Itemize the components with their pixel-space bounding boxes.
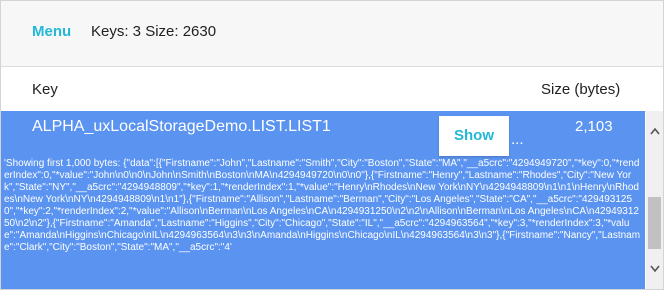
column-header-key[interactable]: Key [32,81,58,98]
row-size: 2,103 [575,118,613,135]
toolbar: Menu Keys: 3 Size: 2630 [1,1,663,67]
show-button[interactable]: Show [439,116,509,156]
storage-viewer: Menu Keys: 3 Size: 2630 Key Size (bytes)… [0,0,664,290]
value-preview: 'Showing first 1,000 bytes: {"data":[{"F… [4,158,641,253]
scrollbar-thumb[interactable] [648,197,661,249]
chevron-up-icon[interactable] [646,123,663,140]
row-key: ALPHA_uxLocalStorageDemo.LIST.LIST1 [32,118,331,135]
vertical-scrollbar[interactable] [646,111,663,289]
table-row[interactable]: ALPHA_uxLocalStorageDemo.LIST.LIST1 Show… [1,111,645,289]
menu-button[interactable]: Menu [32,23,71,40]
table-header: Key Size (bytes) [1,67,663,112]
chevron-down-icon[interactable] [646,261,663,278]
row-ellipsis: ... [511,131,524,148]
column-header-size[interactable]: Size (bytes) [541,81,623,98]
storage-stats: Keys: 3 Size: 2630 [91,23,217,40]
